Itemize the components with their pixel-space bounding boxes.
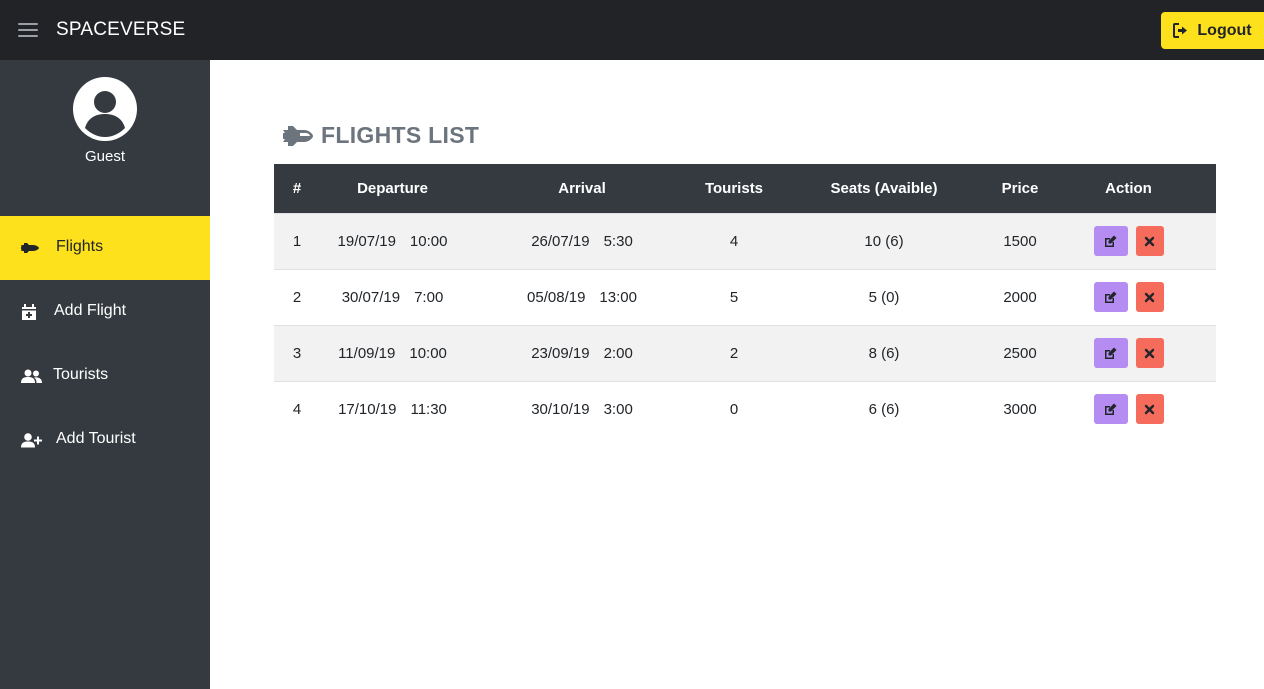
table-row: 1 19/07/19 10:00 26/07/19 5:30 4 10 (6) 15… [274, 213, 1216, 269]
cell-price: 3000 [1003, 400, 1037, 418]
cell-tourists: 2 [729, 344, 739, 362]
delete-flight-button[interactable] [1135, 394, 1164, 425]
calendar-plus-icon [18, 302, 40, 322]
logout-label: Logout [1197, 21, 1252, 39]
logout-button[interactable]: Logout [1161, 12, 1264, 49]
edit-icon [1105, 403, 1117, 415]
edit-icon [1105, 235, 1117, 247]
delete-flight-button[interactable] [1135, 338, 1164, 368]
edit-flight-button[interactable] [1093, 394, 1128, 425]
delete-flight-button[interactable] [1135, 226, 1164, 256]
top-navbar: SPACEVERSE Logout [0, 0, 1264, 60]
cell-number: 4 [292, 400, 302, 418]
arrival-date: 30/10/19 [531, 400, 590, 418]
user-avatar-icon [73, 77, 137, 141]
sidebar-item-label: Add Flight [54, 302, 127, 319]
table-row: 4 17/10/19 11:30 30/10/19 3:00 0 6 (6) 300… [274, 381, 1216, 437]
sidebar-item-tourists[interactable]: Tourists [0, 344, 210, 408]
column-header-number: # [292, 179, 302, 197]
edit-flight-button[interactable] [1093, 338, 1128, 368]
sidebar-item-label: Flights [56, 238, 104, 255]
arrival-time: 5:30 [603, 232, 633, 250]
column-header-seats: Seats (Avaible) [830, 179, 938, 197]
cell-tourists: 5 [729, 288, 739, 306]
arrival-time: 13:00 [599, 288, 637, 306]
table-header-row: # Departure Arrival Tourists Seats (Avai… [274, 164, 1216, 213]
cell-action [1041, 381, 1216, 437]
table-row: 3 11/09/19 10:00 23/09/19 2:00 2 8 (6) 250… [274, 325, 1216, 381]
user-name: Guest [84, 148, 126, 165]
column-header-departure: Departure [357, 179, 428, 197]
close-icon [1144, 348, 1155, 358]
column-header-price: Price [1001, 179, 1039, 197]
cell-departure: 30/07/19 7:00 [320, 269, 465, 325]
sidebar-item-label: Tourists [53, 366, 109, 383]
close-icon [1144, 236, 1155, 246]
cell-arrival: 26/07/19 5:30 [465, 213, 699, 269]
cell-number: 2 [292, 288, 302, 306]
departure-time: 10:00 [409, 344, 447, 362]
users-icon [20, 366, 42, 386]
cell-arrival: 23/09/19 2:00 [465, 325, 699, 381]
column-header-arrival: Arrival [558, 179, 606, 197]
user-plus-icon [20, 430, 42, 450]
cell-number: 1 [292, 232, 302, 250]
cell-departure: 11/09/19 10:00 [320, 325, 465, 381]
cell-action [1041, 325, 1216, 381]
cell-seats: 6 (6) [868, 400, 900, 418]
edit-icon [1105, 347, 1117, 359]
sidebar-item-label: Add Tourist [56, 430, 136, 447]
arrival-date: 23/09/19 [531, 344, 590, 362]
departure-time: 11:30 [410, 400, 447, 418]
flights-table: # Departure Arrival Tourists Seats (Avai… [274, 164, 1216, 437]
cell-price: 1500 [1003, 232, 1037, 250]
cell-action [1041, 269, 1216, 325]
cell-arrival: 30/10/19 3:00 [465, 381, 699, 437]
departure-date: 19/07/19 [337, 232, 396, 250]
cell-seats: 10 (6) [864, 232, 904, 250]
space-shuttle-icon [283, 125, 313, 146]
cell-price: 2500 [1003, 344, 1037, 362]
departure-time: 10:00 [409, 232, 448, 250]
page-title: FLIGHTS LIST [282, 122, 479, 149]
arrival-time: 3:00 [603, 400, 633, 418]
edit-icon [1105, 291, 1117, 303]
arrival-date: 26/07/19 [531, 232, 590, 250]
column-header-tourists: Tourists [704, 179, 764, 197]
sidebar-item-add-flight[interactable]: Add Flight [0, 280, 210, 344]
cell-arrival: 05/08/19 13:00 [465, 269, 699, 325]
departure-date: 30/07/19 [341, 288, 401, 306]
table-row: 2 30/07/19 7:00 05/08/19 13:00 5 5 (0) 200… [274, 269, 1216, 325]
edit-flight-button[interactable] [1093, 226, 1128, 256]
sidebar-item-flights[interactable]: Flights [0, 216, 210, 280]
departure-date: 11/09/19 [338, 344, 396, 362]
arrival-date: 05/08/19 [527, 288, 586, 306]
brand-title[interactable]: SPACEVERSE [56, 19, 185, 41]
menu-toggle-icon[interactable] [18, 21, 38, 39]
edit-flight-button[interactable] [1093, 282, 1128, 312]
sidebar: Guest Flights Add Flight Tourists Add To… [0, 60, 210, 689]
departure-date: 17/10/19 [338, 400, 397, 418]
close-icon [1144, 404, 1155, 414]
cell-seats: 8 (6) [868, 344, 900, 362]
space-shuttle-icon [19, 238, 41, 258]
departure-time: 7:00 [414, 288, 444, 306]
cell-seats: 5 (0) [868, 288, 900, 306]
delete-flight-button[interactable] [1135, 282, 1164, 312]
page-title-text: FLIGHTS LIST [321, 122, 480, 148]
cell-price: 2000 [1003, 288, 1037, 306]
close-icon [1144, 292, 1155, 302]
sidebar-item-add-tourist[interactable]: Add Tourist [0, 408, 210, 472]
arrival-time: 2:00 [603, 344, 633, 362]
cell-departure: 17/10/19 11:30 [320, 381, 465, 437]
cell-action [1041, 213, 1216, 269]
cell-number: 3 [292, 344, 302, 362]
cell-tourists: 4 [729, 232, 739, 250]
cell-tourists: 0 [729, 400, 739, 418]
column-header-action: Action [1105, 179, 1152, 197]
cell-departure: 19/07/19 10:00 [320, 213, 465, 269]
sign-out-icon [1173, 23, 1188, 38]
